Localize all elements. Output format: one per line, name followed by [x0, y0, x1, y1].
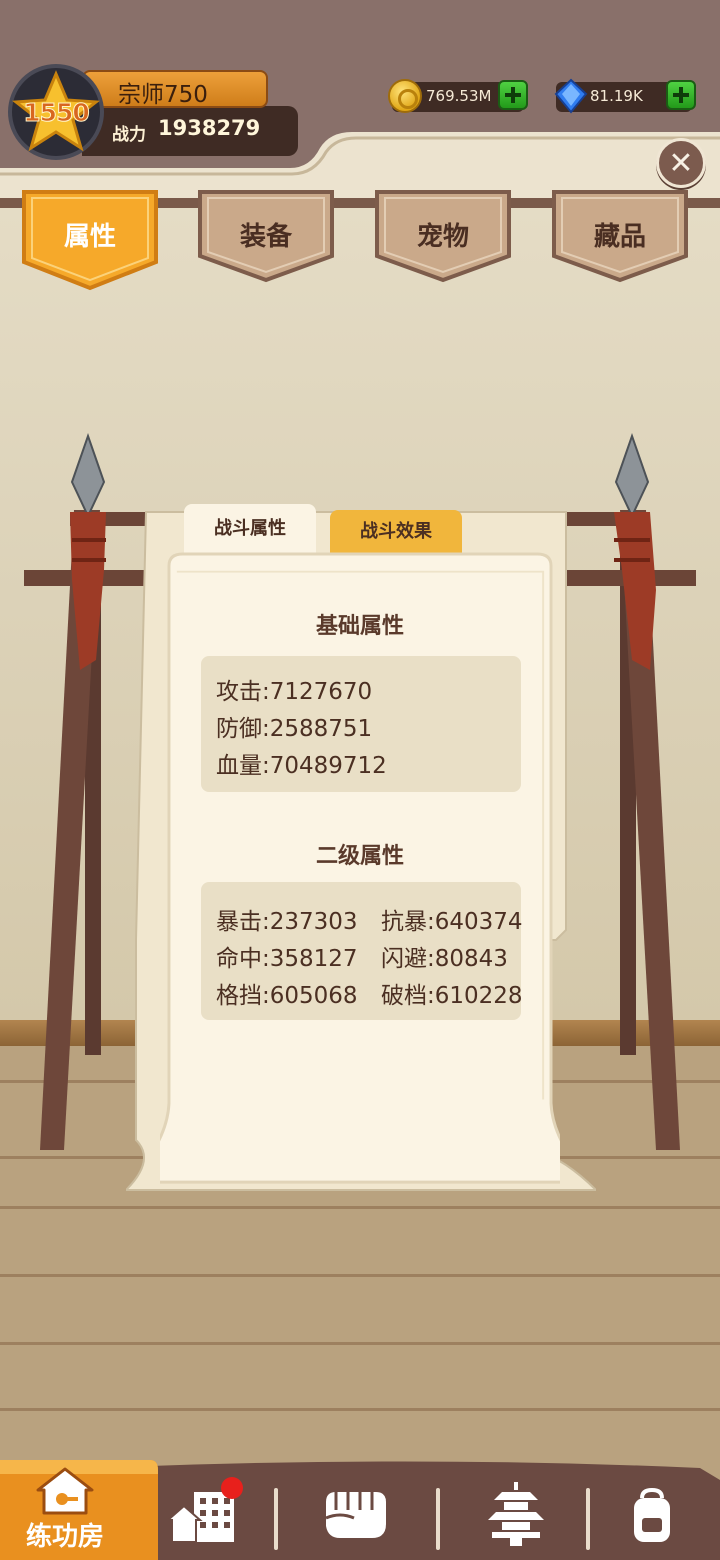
power-label: 战力 [112, 125, 146, 145]
tab-label: 属性 [63, 222, 116, 252]
basic-attributes-title: 基础属性 [315, 614, 404, 639]
gem-amount: 81.19K [590, 87, 643, 105]
nav-training-room-label: 练功房 [25, 1522, 104, 1552]
diamond-icon [554, 78, 588, 114]
stat-attack: 攻击:7127670 [216, 679, 373, 705]
pagoda-icon [488, 1482, 544, 1546]
add-gem-button[interactable] [666, 80, 696, 110]
tab-pets[interactable]: 宠物 [373, 188, 513, 284]
nav-sect[interactable] [460, 1460, 578, 1560]
tab-label: 装备 [239, 222, 292, 252]
fist-icon [325, 1492, 386, 1538]
tab-label: 藏品 [593, 222, 646, 252]
rank-bar: 宗师750 [82, 70, 268, 108]
tab-equipment[interactable]: 装备 [196, 188, 336, 284]
nav-buildings[interactable] [162, 1460, 266, 1560]
attributes-panel: 基础属性 攻击:7127670 防御:2588751 血量:70489712 二… [160, 560, 560, 1160]
tab-label: 宠物 [416, 222, 469, 252]
nav-training-room[interactable]: 练功房 [0, 1460, 158, 1560]
stat-dodge: 闪避:80843 [381, 946, 508, 972]
stat-break-block: 破档:610228 [381, 983, 523, 1009]
subtab-combat-effects[interactable]: 战斗效果 [330, 510, 462, 554]
combat-power-bar: 战力 1938279 [82, 106, 298, 156]
secondary-attributes-box: 暴击:237303 抗暴:640374 命中:358127 闪避:80843 格… [201, 882, 523, 1020]
gold-coin-icon [388, 79, 422, 113]
nav-combat[interactable] [300, 1460, 420, 1560]
close-icon: ✕ [668, 145, 694, 181]
bottom-navigation: 练功房 [0, 1460, 720, 1560]
add-gold-button[interactable] [498, 80, 528, 110]
nav-divider [274, 1488, 278, 1550]
basic-attributes-box: 攻击:7127670 防御:2588751 血量:70489712 [201, 656, 521, 792]
nav-divider [436, 1488, 440, 1550]
tab-collection[interactable]: 藏品 [550, 188, 690, 284]
stat-hp: 血量:70489712 [216, 753, 387, 779]
stat-crit: 暴击:237303 [216, 909, 358, 935]
backpack-icon [634, 1488, 670, 1542]
level-number: 1550 [23, 97, 91, 127]
tab-attributes[interactable]: 属性 [20, 188, 160, 291]
gold-currency: 769.53M [388, 79, 528, 113]
level-badge[interactable]: 1550 [8, 64, 104, 160]
stat-hit: 命中:358127 [216, 946, 358, 972]
secondary-attributes-title: 二级属性 [315, 844, 404, 869]
home-icon [36, 1467, 94, 1515]
subtab-combat-attributes[interactable]: 战斗属性 [184, 504, 316, 554]
rank-title: 宗师750 [118, 82, 208, 108]
stat-defense: 防御:2588751 [216, 716, 373, 742]
power-value: 1938279 [158, 116, 261, 140]
gem-currency: 81.19K [554, 78, 696, 114]
nav-divider [586, 1488, 590, 1550]
nav-backpack[interactable] [612, 1460, 712, 1560]
notification-dot [221, 1477, 243, 1499]
close-button[interactable]: ✕ [656, 138, 706, 188]
stat-block: 格挡:605068 [216, 983, 358, 1009]
gold-amount: 769.53M [426, 87, 492, 105]
stat-crit-resist: 抗暴:640374 [381, 909, 523, 935]
